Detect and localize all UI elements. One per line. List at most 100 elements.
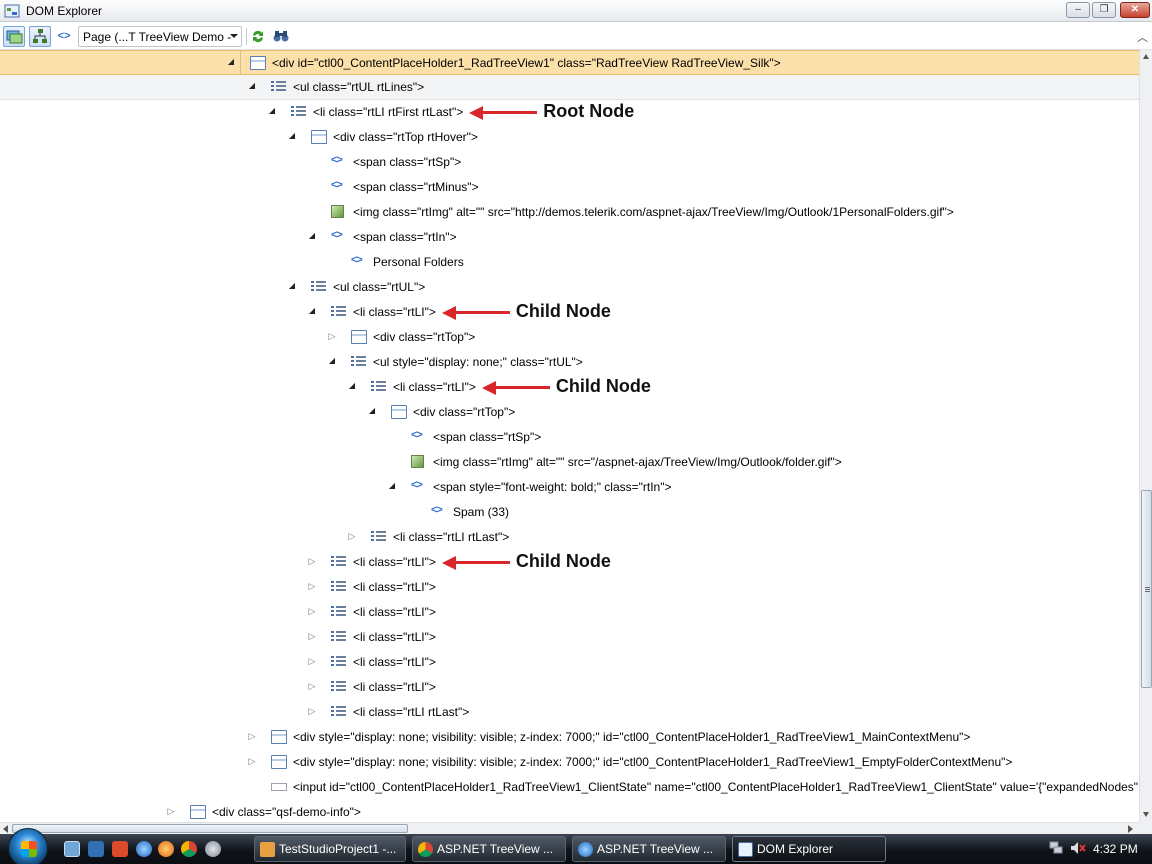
collapse-toggle-icon[interactable]: ◢: [287, 131, 297, 141]
callout-label: Child Node: [515, 551, 611, 571]
tree-node[interactable]: <> <span class="rtSp">: [0, 150, 1139, 175]
tree-node[interactable]: <img class="rtImg" alt="" src="http://de…: [0, 200, 1139, 225]
tree-node[interactable]: ▷ <div class="qsf-demo-info">: [0, 800, 1139, 822]
switch-windows-icon[interactable]: [88, 841, 104, 857]
taskbar-button-dom-explorer[interactable]: DOM Explorer: [732, 836, 886, 862]
internet-explorer-icon[interactable]: [136, 841, 152, 857]
quick-launch-app-icon[interactable]: [112, 841, 128, 857]
expand-toggle-icon[interactable]: ▷: [327, 331, 337, 341]
page-select-dropdown[interactable]: Page (...T TreeView Demo -: [78, 26, 242, 47]
tree-node-label: <div class="qsf-demo-info">: [212, 805, 361, 819]
tree-node[interactable]: ▷ <li class="rtLI">: [0, 625, 1139, 650]
tree-node-label: <li class="rtLI">: [353, 555, 436, 569]
expand-toggle-icon[interactable]: ▷: [247, 731, 257, 741]
tree-node-label: <li class="rtLI">: [353, 655, 436, 669]
tree-node[interactable]: <input id="ctl00_ContentPlaceHolder1_Rad…: [0, 775, 1139, 800]
minimize-button[interactable]: –: [1066, 2, 1090, 18]
title-bar: DOM Explorer – ❐ ✕: [0, 0, 1152, 22]
expand-toggle-icon[interactable]: ▷: [307, 556, 317, 566]
tree-node[interactable]: ▷ <li class="rtLI">: [0, 675, 1139, 700]
code-element-icon: <>: [331, 229, 343, 241]
tree-node-label: <span style="font-weight: bold;" class="…: [433, 480, 672, 494]
tree-node-label: <div style="display: none; visibility: v…: [293, 730, 971, 744]
list-element-icon: [371, 380, 387, 394]
div-element-icon: [271, 755, 287, 769]
expand-toggle-icon[interactable]: ▷: [307, 706, 317, 716]
dom-tree[interactable]: ◢ <div id="ctl00_ContentPlaceHolder1_RadT…: [0, 50, 1139, 822]
expand-toggle-icon[interactable]: ▷: [307, 606, 317, 616]
refresh-button[interactable]: [247, 26, 269, 47]
expand-toggle-icon[interactable]: ▷: [307, 631, 317, 641]
scrollbar-corner: [1139, 822, 1152, 834]
scroll-down-icon[interactable]: [1143, 812, 1149, 817]
collapse-toggle-icon[interactable]: ◢: [327, 356, 337, 366]
start-button[interactable]: [8, 828, 48, 864]
collapse-toggle-icon[interactable]: ◢: [247, 81, 257, 91]
collapse-toggle-icon[interactable]: ◢: [387, 481, 397, 491]
tree-node[interactable]: ▷ <div class="rtTop">: [0, 325, 1139, 350]
settings-gear-icon[interactable]: [205, 841, 221, 857]
taskbar-button-teststudio[interactable]: TestStudioProject1 -...: [254, 836, 406, 862]
collapse-toggle-icon[interactable]: ◢: [287, 281, 297, 291]
collapse-toggle-icon[interactable]: ◢: [307, 231, 317, 241]
taskbar-button-chrome-treeview[interactable]: ASP.NET TreeView ...: [412, 836, 566, 862]
tree-node[interactable]: ▷ <li class="rtLI">: [0, 575, 1139, 600]
binoculars-icon: [273, 31, 289, 42]
tree-node[interactable]: ▷ <li class="rtLI rtLast">: [0, 700, 1139, 725]
tree-node[interactable]: ◢ <ul class="rtUL">: [0, 275, 1139, 300]
tree-view-button[interactable]: [29, 26, 51, 47]
tree-node-label: <li class="rtLI">: [353, 605, 436, 619]
tree-node[interactable]: ▷ <div style="display: none; visibility: …: [0, 750, 1139, 775]
tree-node[interactable]: ◢ <ul class="rtUL rtLines">: [0, 75, 1139, 100]
collapse-toggle-icon[interactable]: ◢: [367, 406, 377, 416]
tree-node[interactable]: ▷ <li class="rtLI rtLast">: [0, 525, 1139, 550]
chrome-icon[interactable]: [181, 841, 197, 857]
taskbar-button-ie-treeview[interactable]: ASP.NET TreeView ...: [572, 836, 726, 862]
scroll-left-icon[interactable]: [3, 825, 8, 833]
firefox-icon[interactable]: [158, 841, 174, 857]
find-button[interactable]: [270, 26, 292, 47]
scroll-right-icon[interactable]: [1128, 825, 1133, 833]
collapse-toolbar-icon[interactable]: ︿: [1137, 29, 1148, 45]
expand-toggle-icon[interactable]: ▷: [166, 806, 176, 816]
tree-node[interactable]: ◢ <> <span class="rtIn">: [0, 225, 1139, 250]
expand-toggle-icon[interactable]: ▷: [307, 656, 317, 666]
tree-node[interactable]: ◢ <div class="rtTop">: [0, 400, 1139, 425]
expand-toggle-icon[interactable]: ▷: [247, 756, 257, 766]
tree-node[interactable]: <> <span class="rtSp">: [0, 425, 1139, 450]
horizontal-scrollbar[interactable]: [0, 822, 1139, 834]
div-element-icon: [190, 805, 206, 819]
list-element-icon: [331, 655, 347, 669]
maximize-button[interactable]: ❐: [1092, 2, 1116, 18]
tree-node[interactable]: ◢ <div id="ctl00_ContentPlaceHolder1_RadT…: [0, 50, 1139, 76]
expand-toggle-icon[interactable]: ▷: [347, 531, 357, 541]
tree-node[interactable]: ◢ <> <span style="font-weight: bold;" clas…: [0, 475, 1139, 500]
collapse-toggle-icon[interactable]: ◢: [226, 57, 236, 67]
collapse-toggle-icon[interactable]: ◢: [347, 381, 357, 391]
vertical-scrollbar[interactable]: [1139, 50, 1152, 822]
show-desktop-icon[interactable]: [64, 841, 80, 857]
tree-node[interactable]: <> Spam (33): [0, 500, 1139, 525]
tree-node[interactable]: <> <span class="rtMinus">: [0, 175, 1139, 200]
code-view-icon[interactable]: <>: [53, 26, 75, 47]
horizontal-scroll-thumb[interactable]: [12, 824, 408, 833]
highlight-element-button[interactable]: [3, 26, 25, 47]
collapse-toggle-icon[interactable]: ◢: [307, 306, 317, 316]
tree-node[interactable]: <> Personal Folders: [0, 250, 1139, 275]
vertical-scroll-thumb[interactable]: [1141, 490, 1152, 688]
expand-toggle-icon[interactable]: ▷: [307, 581, 317, 591]
close-button[interactable]: ✕: [1120, 2, 1150, 18]
dom-explorer-app-icon: [4, 3, 20, 19]
expand-toggle-icon[interactable]: ▷: [307, 681, 317, 691]
tree-node-label: <div class="rtTop">: [413, 405, 516, 419]
scroll-up-icon[interactable]: [1143, 54, 1149, 59]
tree-node[interactable]: ◢ <div class="rtTop rtHover">: [0, 125, 1139, 150]
collapse-toggle-icon[interactable]: ◢: [267, 106, 277, 116]
tree-node[interactable]: ▷ <li class="rtLI">: [0, 600, 1139, 625]
tree-node[interactable]: ▷ <div style="display: none; visibility: …: [0, 725, 1139, 750]
tree-node[interactable]: ▷ <li class="rtLI">: [0, 650, 1139, 675]
tree-node[interactable]: <img class="rtImg" alt="" src="/aspnet-a…: [0, 450, 1139, 475]
taskbar-clock[interactable]: 4:32 PM: [1093, 842, 1138, 856]
tree-node[interactable]: ◢ <ul style="display: none;" class="rtUL"…: [0, 350, 1139, 375]
network-icon: [1049, 841, 1063, 854]
